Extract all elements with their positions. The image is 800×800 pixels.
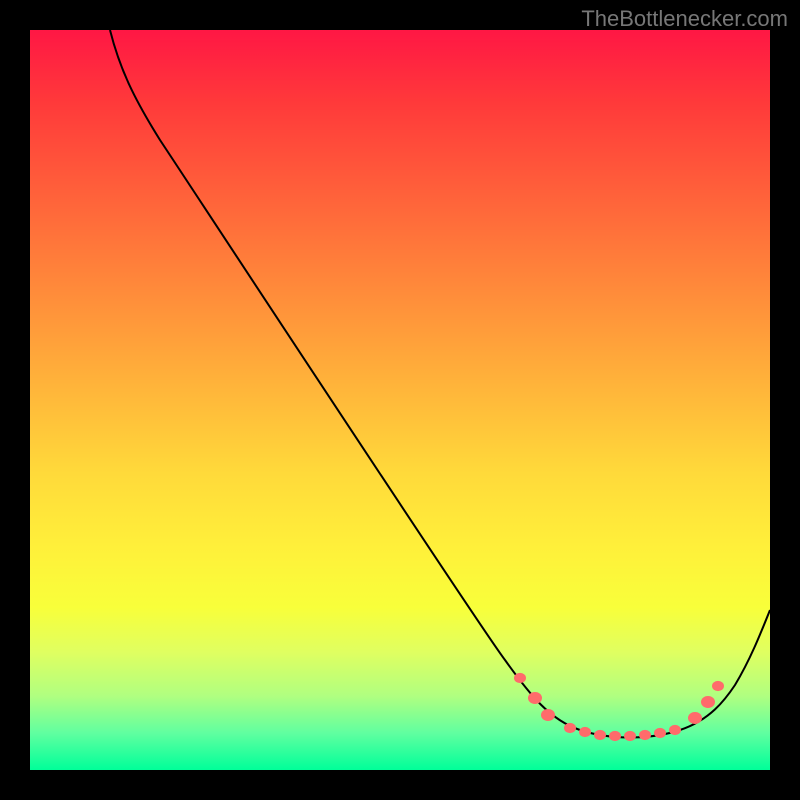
data-dot (579, 727, 591, 737)
data-dot (594, 730, 606, 740)
data-dot (609, 731, 621, 741)
data-dot (514, 673, 526, 683)
data-dot (564, 723, 576, 733)
data-dots-group (514, 673, 724, 741)
bottleneck-curve (110, 30, 770, 738)
watermark-text: TheBottleneсker.com (581, 6, 788, 32)
data-dot (712, 681, 724, 691)
data-dot (528, 692, 542, 704)
data-dot (624, 731, 636, 741)
data-dot (639, 730, 651, 740)
data-dot (701, 696, 715, 708)
data-dot (654, 728, 666, 738)
chart-svg (30, 30, 770, 770)
data-dot (669, 725, 681, 735)
data-dot (688, 712, 702, 724)
data-dot (541, 709, 555, 721)
